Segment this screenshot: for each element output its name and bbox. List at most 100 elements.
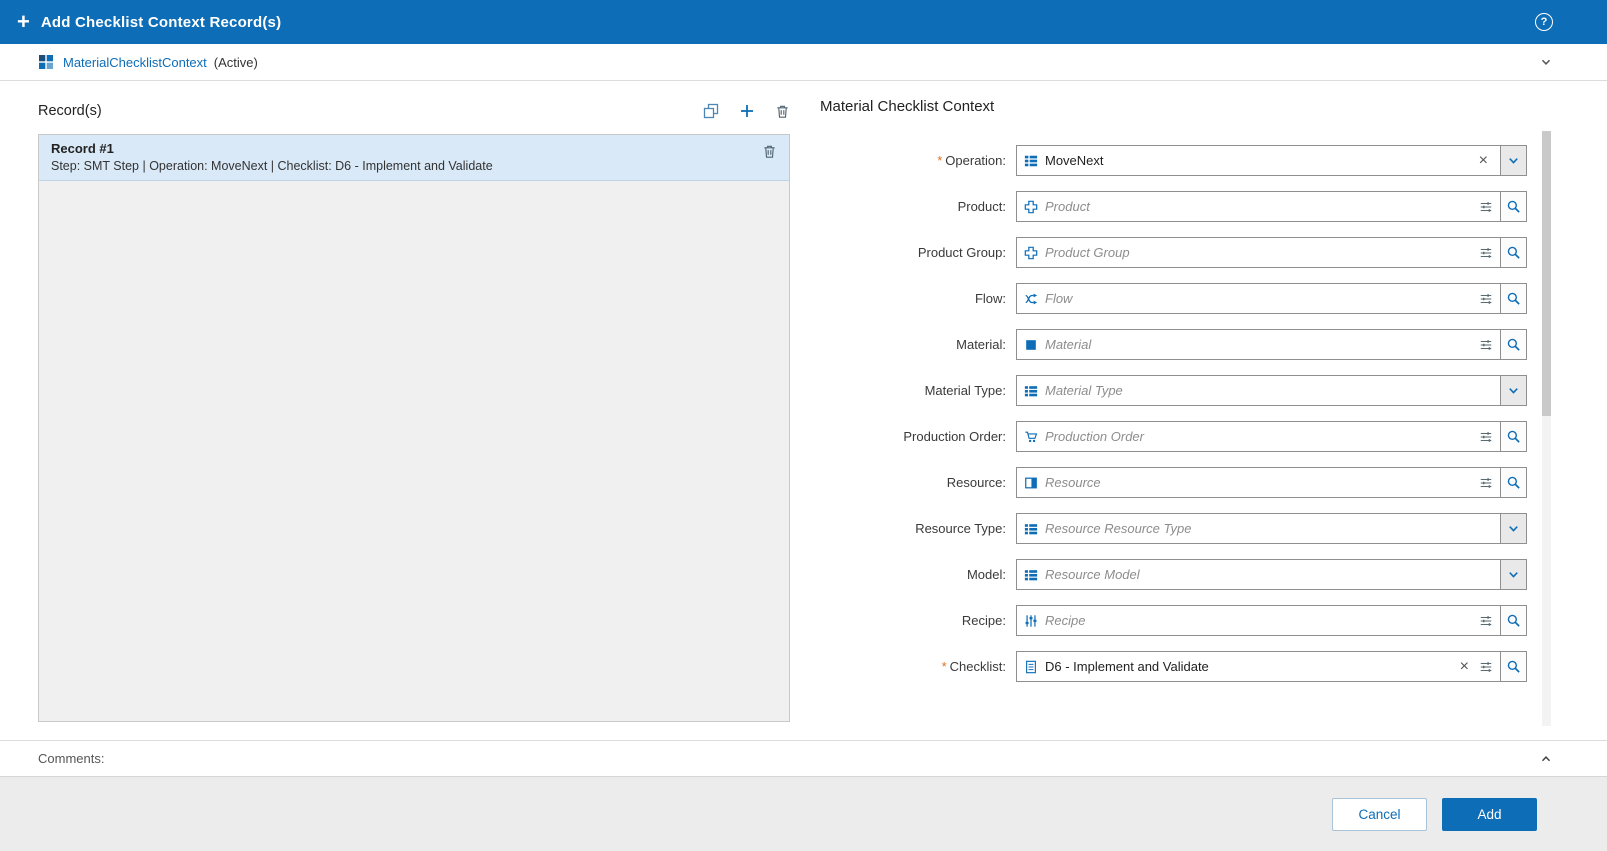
record-title: Record #1 — [51, 141, 114, 156]
search-button[interactable] — [1500, 191, 1527, 222]
product-icon — [1024, 200, 1038, 214]
filter-icon[interactable] — [1479, 338, 1493, 352]
form-row-resource-type: Resource Type: Resource Resource Type — [820, 513, 1527, 544]
record-subtitle: Step: SMT Step | Operation: MoveNext | C… — [51, 159, 493, 173]
field-placeholder: Production Order — [1045, 429, 1144, 444]
chevron-down-icon — [1506, 383, 1521, 398]
search-icon — [1506, 659, 1521, 674]
checklist-icon — [1024, 660, 1038, 674]
search-button[interactable] — [1500, 283, 1527, 314]
flow-icon — [1024, 292, 1038, 306]
field-label-text: Recipe: — [961, 613, 1006, 628]
help-icon[interactable]: ? — [1535, 13, 1553, 31]
field-label-resource: Resource: — [820, 475, 1016, 490]
field-label-text: Production Order: — [903, 429, 1006, 444]
clear-icon[interactable]: × — [1460, 658, 1469, 675]
filter-icon[interactable] — [1479, 430, 1493, 444]
scrollbar[interactable] — [1542, 131, 1551, 726]
flow-input[interactable]: Flow — [1016, 283, 1501, 314]
model-icon — [1024, 568, 1038, 582]
field-label-product-group: Product Group: — [820, 245, 1016, 260]
form-row-model: Model: Resource Model — [820, 559, 1527, 590]
form-row-flow: Flow: Flow — [820, 283, 1527, 314]
operation-icon — [1024, 154, 1038, 168]
search-button[interactable] — [1500, 237, 1527, 268]
records-header: Record(s) — [38, 98, 790, 124]
filter-icon[interactable] — [1479, 292, 1493, 306]
field-label-text: Resource Type: — [915, 521, 1006, 536]
chevron-down-icon — [1506, 153, 1521, 168]
records-title: Record(s) — [38, 103, 102, 119]
form-row-product: Product: Product — [820, 191, 1527, 222]
search-button[interactable] — [1500, 651, 1527, 682]
search-icon — [1506, 613, 1521, 628]
record-card[interactable]: Record #1 Step: SMT Step | Operation: Mov… — [39, 135, 789, 181]
material-type-icon — [1024, 384, 1038, 398]
add-record-button[interactable] — [739, 103, 755, 119]
field-label-flow: Flow: — [820, 291, 1016, 306]
dropdown-button[interactable] — [1500, 375, 1527, 406]
scrollbar-thumb[interactable] — [1542, 131, 1551, 416]
add-checklist-context-dialog: + Add Checklist Context Record(s) ? Mate… — [0, 0, 1607, 851]
form-row-product-group: Product Group: Product Group — [820, 237, 1527, 268]
field-label-text: Operation: — [945, 153, 1006, 168]
filter-icon[interactable] — [1479, 614, 1493, 628]
model-input[interactable]: Resource Model — [1016, 559, 1501, 590]
search-button[interactable] — [1500, 467, 1527, 498]
production-order-icon — [1024, 430, 1038, 444]
filter-icon[interactable] — [1479, 476, 1493, 490]
delete-record-button[interactable] — [775, 104, 790, 119]
material-input[interactable]: Material — [1016, 329, 1501, 360]
resource-type-input[interactable]: Resource Resource Type — [1016, 513, 1501, 544]
filter-icon[interactable] — [1479, 200, 1493, 214]
field-label-recipe: Recipe: — [820, 613, 1016, 628]
product-input[interactable]: Product — [1016, 191, 1501, 222]
add-button[interactable]: Add — [1442, 797, 1537, 831]
production-order-input[interactable]: Production Order — [1016, 421, 1501, 452]
field-placeholder: Resource Resource Type — [1045, 521, 1192, 536]
field-label-text: Flow: — [974, 291, 1006, 306]
search-icon — [1506, 199, 1521, 214]
product-group-icon — [1024, 246, 1038, 260]
dropdown-button[interactable] — [1500, 559, 1527, 590]
entity-link[interactable]: MaterialChecklistContext — [63, 55, 207, 70]
material-type-input[interactable]: Material Type — [1016, 375, 1501, 406]
field-label-operation: * Operation: — [820, 153, 1016, 168]
filter-icon[interactable] — [1479, 660, 1493, 674]
dialog-title: Add Checklist Context Record(s) — [40, 13, 282, 31]
search-icon — [1506, 337, 1521, 352]
search-button[interactable] — [1500, 605, 1527, 636]
chevron-up-icon[interactable] — [1539, 752, 1553, 766]
field-value: MoveNext — [1045, 153, 1104, 168]
dropdown-button[interactable] — [1500, 145, 1527, 176]
dropdown-button[interactable] — [1500, 513, 1527, 544]
form-rows: * Operation: MoveNext × Product: Product Produ… — [820, 145, 1527, 682]
search-button[interactable] — [1500, 421, 1527, 452]
operation-input[interactable]: MoveNext × — [1016, 145, 1501, 176]
field-placeholder: Recipe — [1045, 613, 1086, 628]
trash-icon[interactable] — [762, 144, 777, 159]
required-asterisk: * — [937, 153, 943, 168]
clear-icon[interactable]: × — [1479, 152, 1488, 169]
search-icon — [1506, 429, 1521, 444]
copy-record-button[interactable] — [703, 103, 719, 119]
product-group-input[interactable]: Product Group — [1016, 237, 1501, 268]
resource-input[interactable]: Resource — [1016, 467, 1501, 498]
form-title: Material Checklist Context — [820, 98, 995, 115]
field-label-text: Resource: — [946, 475, 1006, 490]
checklist-input[interactable]: D6 - Implement and Validate × — [1016, 651, 1501, 682]
records-list: Record #1 Step: SMT Step | Operation: Mov… — [38, 134, 790, 722]
dialog-footer: Cancel Add — [0, 776, 1607, 851]
records-toolbar — [703, 103, 790, 119]
form-row-recipe: Recipe: Recipe — [820, 605, 1527, 636]
recipe-input[interactable]: Recipe — [1016, 605, 1501, 636]
dialog-body: Record(s) Record #1 Step: SMT Step | Oper… — [0, 81, 1607, 740]
field-placeholder: Material — [1045, 337, 1092, 352]
search-button[interactable] — [1500, 329, 1527, 360]
filter-icon[interactable] — [1479, 246, 1493, 260]
add-icon: + — [17, 9, 30, 34]
field-value: D6 - Implement and Validate — [1045, 659, 1209, 674]
cancel-button[interactable]: Cancel — [1332, 797, 1427, 831]
chevron-down-icon[interactable] — [1539, 55, 1553, 69]
form-panel: Material Checklist Context * Operation: Mo… — [800, 81, 1607, 740]
